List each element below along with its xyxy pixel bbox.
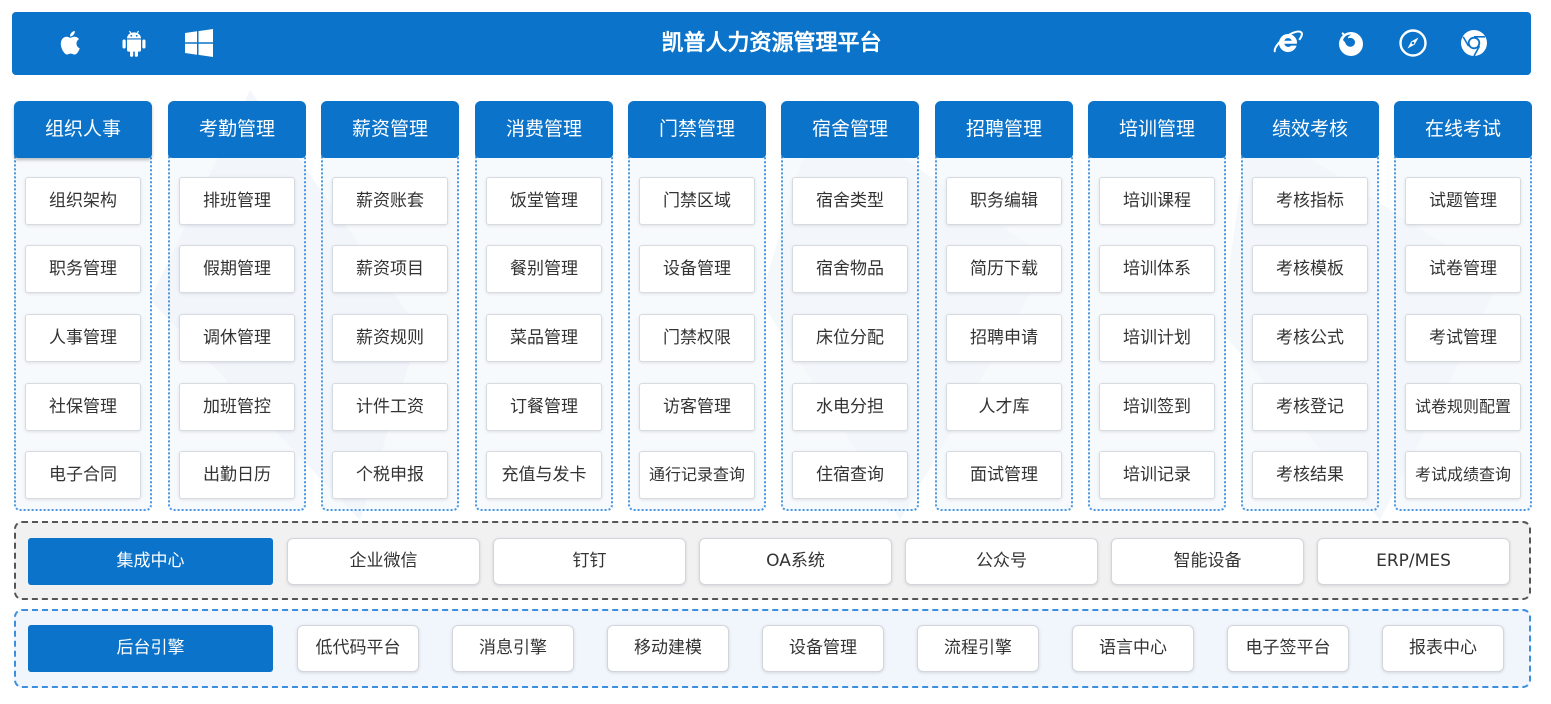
module-item[interactable]: 考核结果 bbox=[1252, 451, 1368, 499]
module-item[interactable]: 培训计划 bbox=[1099, 314, 1215, 362]
module-item[interactable]: 薪资项目 bbox=[332, 245, 448, 293]
module-item[interactable]: 饭堂管理 bbox=[486, 177, 602, 225]
module-title[interactable]: 组织人事 bbox=[14, 101, 152, 158]
engine-item[interactable]: 移动建模 bbox=[607, 625, 729, 672]
module-column: 薪资管理薪资账套薪资项目薪资规则计件工资个税申报 bbox=[321, 101, 459, 511]
module-column: 招聘管理职务编辑简历下载招聘申请人才库面试管理 bbox=[935, 101, 1073, 511]
module-title[interactable]: 消费管理 bbox=[475, 101, 613, 158]
module-column: 消费管理饭堂管理餐别管理菜品管理订餐管理充值与发卡 bbox=[475, 101, 613, 511]
backend-engine-button[interactable]: 后台引擎 bbox=[28, 625, 273, 672]
module-item[interactable]: 组织架构 bbox=[25, 177, 141, 225]
module-item[interactable]: 设备管理 bbox=[639, 245, 755, 293]
module-item[interactable]: 考核模板 bbox=[1252, 245, 1368, 293]
module-item[interactable]: 通行记录查询 bbox=[639, 451, 755, 499]
integration-item[interactable]: 智能设备 bbox=[1111, 538, 1304, 585]
module-column: 培训管理培训课程培训体系培训计划培训签到培训记录 bbox=[1088, 101, 1226, 511]
module-title[interactable]: 薪资管理 bbox=[321, 101, 459, 158]
module-item[interactable]: 假期管理 bbox=[179, 245, 295, 293]
module-item[interactable]: 薪资规则 bbox=[332, 314, 448, 362]
module-item[interactable]: 人才库 bbox=[946, 383, 1062, 431]
module-item[interactable]: 试题管理 bbox=[1405, 177, 1521, 225]
module-item[interactable]: 考核指标 bbox=[1252, 177, 1368, 225]
module-item[interactable]: 加班管控 bbox=[179, 383, 295, 431]
module-item[interactable]: 培训课程 bbox=[1099, 177, 1215, 225]
module-item[interactable]: 面试管理 bbox=[946, 451, 1062, 499]
module-item[interactable]: 电子合同 bbox=[25, 451, 141, 499]
module-item[interactable]: 计件工资 bbox=[332, 383, 448, 431]
module-column: 门禁管理门禁区域设备管理门禁权限访客管理通行记录查询 bbox=[628, 101, 766, 511]
backend-engine-band: 后台引擎 低代码平台 消息引擎 移动建模 设备管理 流程引擎 语言中心 电子签平台 报表中心 bbox=[14, 609, 1531, 688]
module-item[interactable]: 职务编辑 bbox=[946, 177, 1062, 225]
module-item[interactable]: 宿舍物品 bbox=[792, 245, 908, 293]
module-item[interactable]: 餐别管理 bbox=[486, 245, 602, 293]
chrome-icon[interactable] bbox=[1457, 26, 1491, 60]
module-item[interactable]: 出勤日历 bbox=[179, 451, 295, 499]
module-item[interactable]: 水电分担 bbox=[792, 383, 908, 431]
integration-item[interactable]: ERP/MES bbox=[1317, 538, 1510, 585]
module-item[interactable]: 床位分配 bbox=[792, 314, 908, 362]
module-item[interactable]: 充值与发卡 bbox=[486, 451, 602, 499]
module-item[interactable]: 个税申报 bbox=[332, 451, 448, 499]
module-item[interactable]: 访客管理 bbox=[639, 383, 755, 431]
integration-item[interactable]: 企业微信 bbox=[287, 538, 480, 585]
integration-item[interactable]: OA系统 bbox=[699, 538, 892, 585]
module-item[interactable]: 培训记录 bbox=[1099, 451, 1215, 499]
module-column: 在线考试试题管理试卷管理考试管理试卷规则配置 考试成绩查询 bbox=[1394, 101, 1532, 511]
module-title[interactable]: 培训管理 bbox=[1088, 101, 1226, 158]
module-item[interactable]: 门禁区域 bbox=[639, 177, 755, 225]
module-item[interactable]: 调休管理 bbox=[179, 314, 295, 362]
module-title[interactable]: 招聘管理 bbox=[935, 101, 1073, 158]
engine-item[interactable]: 流程引擎 bbox=[917, 625, 1039, 672]
engine-item[interactable]: 语言中心 bbox=[1072, 625, 1194, 672]
module-item[interactable]: 考试成绩查询 bbox=[1405, 451, 1521, 499]
engine-item[interactable]: 消息引擎 bbox=[452, 625, 574, 672]
engine-item[interactable]: 报表中心 bbox=[1382, 625, 1504, 672]
module-item[interactable]: 排班管理 bbox=[179, 177, 295, 225]
integration-center-button[interactable]: 集成中心 bbox=[28, 538, 273, 585]
module-column: 宿舍管理宿舍类型宿舍物品床位分配水电分担住宿查询 bbox=[781, 101, 919, 511]
module-item[interactable]: 社保管理 bbox=[25, 383, 141, 431]
module-item[interactable]: 住宿查询 bbox=[792, 451, 908, 499]
engine-item[interactable]: 低代码平台 bbox=[297, 625, 419, 672]
module-column: 组织人事组织架构职务管理人事管理社保管理电子合同 bbox=[14, 101, 152, 511]
integration-item[interactable]: 公众号 bbox=[905, 538, 1098, 585]
module-column: 绩效考核考核指标考核模板考核公式考核登记考核结果 bbox=[1241, 101, 1379, 511]
integration-band: 集成中心 企业微信 钉钉 OA系统 公众号 智能设备 ERP/MES bbox=[14, 521, 1531, 600]
module-item[interactable]: 试卷规则配置 bbox=[1405, 383, 1521, 431]
module-item[interactable]: 订餐管理 bbox=[486, 383, 602, 431]
module-item[interactable]: 门禁权限 bbox=[639, 314, 755, 362]
module-title[interactable]: 宿舍管理 bbox=[781, 101, 919, 158]
module-item[interactable]: 培训体系 bbox=[1099, 245, 1215, 293]
module-item[interactable]: 试卷管理 bbox=[1405, 245, 1521, 293]
header-bar: 凯普人力资源管理平台 bbox=[12, 12, 1531, 75]
module-item[interactable]: 薪资账套 bbox=[332, 177, 448, 225]
module-item[interactable]: 考核公式 bbox=[1252, 314, 1368, 362]
engine-item[interactable]: 电子签平台 bbox=[1227, 625, 1349, 672]
module-title[interactable]: 门禁管理 bbox=[628, 101, 766, 158]
module-item[interactable]: 菜品管理 bbox=[486, 314, 602, 362]
safari-icon[interactable] bbox=[1396, 26, 1430, 60]
module-column: 考勤管理排班管理假期管理调休管理加班管控出勤日历 bbox=[168, 101, 306, 511]
module-item[interactable]: 考试管理 bbox=[1405, 314, 1521, 362]
module-item[interactable]: 简历下载 bbox=[946, 245, 1062, 293]
module-item[interactable]: 考核登记 bbox=[1252, 383, 1368, 431]
module-item[interactable]: 培训签到 bbox=[1099, 383, 1215, 431]
module-item[interactable]: 招聘申请 bbox=[946, 314, 1062, 362]
module-title[interactable]: 在线考试 bbox=[1394, 101, 1532, 158]
module-item[interactable]: 职务管理 bbox=[25, 245, 141, 293]
module-title[interactable]: 考勤管理 bbox=[168, 101, 306, 158]
engine-item[interactable]: 设备管理 bbox=[762, 625, 884, 672]
module-item[interactable]: 人事管理 bbox=[25, 314, 141, 362]
firefox-icon[interactable] bbox=[1334, 26, 1368, 60]
integration-item[interactable]: 钉钉 bbox=[493, 538, 686, 585]
module-item[interactable]: 宿舍类型 bbox=[792, 177, 908, 225]
module-title[interactable]: 绩效考核 bbox=[1241, 101, 1379, 158]
ie-icon[interactable] bbox=[1271, 26, 1305, 60]
